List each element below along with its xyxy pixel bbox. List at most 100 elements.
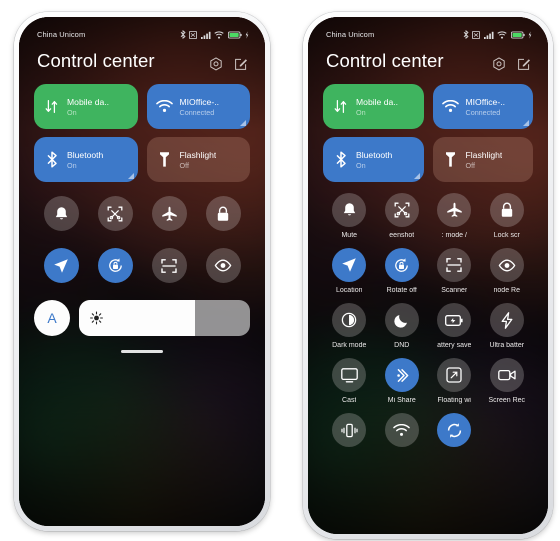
toggle-label: Floating wi (437, 397, 471, 404)
wifi-icon (155, 100, 173, 113)
toggle-label: eenshot (389, 232, 415, 239)
tile-label: Flashlight (465, 149, 503, 160)
toggle-mute[interactable]: Mute (323, 193, 376, 239)
scanner-icon (161, 258, 177, 274)
tile-status: On (356, 107, 366, 117)
hex-settings-icon[interactable] (492, 57, 506, 71)
signal-icon (200, 31, 211, 39)
phone-mockup-right: China Unicom Control center Mobile da.. … (303, 12, 553, 539)
phone-mockup-left: China Unicom Control center Mobile da.. … (14, 12, 270, 531)
toggle-rotate-off[interactable]: Rotate off (376, 248, 429, 294)
status-icons (463, 30, 533, 39)
toggle-label: Scanner (441, 287, 468, 294)
toggle-vibrate[interactable] (323, 413, 376, 452)
tile-flashlight[interactable]: Flashlight Off (146, 137, 250, 182)
toggle-mute[interactable] (34, 196, 88, 231)
edit-icon[interactable] (234, 57, 248, 71)
tile-expand-arrow[interactable] (240, 119, 246, 126)
toggle-location[interactable] (34, 248, 88, 283)
toggle-airplane-mode[interactable] (142, 196, 196, 231)
bell-icon (54, 206, 69, 222)
toggle-location[interactable]: Location (323, 248, 376, 294)
phone-screen-right: China Unicom Control center Mobile da.. … (308, 17, 548, 534)
toggle-reading-mode[interactable]: node Re (481, 248, 534, 294)
toggle-hotspot[interactable] (376, 413, 429, 452)
toggle-label: Dark mode (332, 342, 367, 349)
bluetooth-icon (332, 151, 349, 168)
flashlight-icon (156, 151, 173, 168)
tile-mobile-data[interactable]: Mobile da.. On (34, 84, 138, 129)
tile-status: Connected (465, 107, 501, 117)
sim-icon (472, 30, 480, 39)
auto-brightness-button[interactable]: A (34, 300, 70, 336)
toggle-battery-saver[interactable]: attery save (428, 303, 481, 349)
control-center-header: Control center (19, 39, 265, 72)
tile-status: Off (179, 160, 189, 170)
hex-settings-icon[interactable] (209, 57, 223, 71)
tile-label: Mobile da.. (67, 96, 110, 107)
toggle-ultra-battery-saver[interactable]: Ultra batter (481, 303, 534, 349)
edit-icon[interactable] (517, 57, 531, 71)
lock-icon (500, 202, 514, 218)
sync-icon (446, 422, 463, 439)
tile-flashlight[interactable]: Flashlight Off (432, 137, 533, 182)
quick-tiles: Mobile da.. On MIOffice-.. Connected Blu… (19, 72, 265, 182)
tile-wifi[interactable]: MIOffice-.. Connected (432, 84, 533, 129)
tile-label: Mobile da.. (356, 96, 399, 107)
eye-icon (498, 259, 516, 272)
page-title: Control center (326, 50, 444, 71)
toggle-lock-screen[interactable] (196, 196, 250, 231)
toggle-sync[interactable] (428, 413, 481, 452)
toggle-scanner[interactable]: Scanner (428, 248, 481, 294)
tile-label: Flashlight (179, 149, 217, 160)
tile-bluetooth[interactable]: Bluetooth On (34, 137, 138, 182)
toggle-dark-mode[interactable]: Dark mode (323, 303, 376, 349)
mobile-data-icon (43, 99, 60, 114)
toggle-screen-recorder[interactable]: Screen Rec (481, 358, 534, 404)
toggle-label: Rotate off (386, 287, 417, 294)
tile-mobile-data[interactable]: Mobile da.. On (323, 84, 424, 129)
video-camera-icon (497, 369, 516, 381)
tile-bluetooth[interactable]: Bluetooth On (323, 137, 424, 182)
vibrate-icon (341, 423, 358, 438)
toggle-airplane-mode[interactable]: : mode / (428, 193, 481, 239)
toggle-label: Ultra batter (489, 342, 525, 349)
toggle-screenshot[interactable]: eenshot (376, 193, 429, 239)
toggle-dnd[interactable]: DND (376, 303, 429, 349)
toggle-lock-screen[interactable]: Lock scr (481, 193, 534, 239)
toggle-floating-windows[interactable]: Floating wi (428, 358, 481, 404)
toggle-reading-mode[interactable] (196, 248, 250, 283)
phone-screen-left: China Unicom Control center Mobile da.. … (19, 17, 265, 526)
tile-expand-arrow[interactable] (523, 119, 529, 126)
rotate-lock-icon (107, 257, 124, 274)
control-center-header: Control center (308, 39, 548, 72)
home-indicator[interactable] (121, 350, 163, 353)
toggle-label: Screen Rec (488, 397, 526, 404)
toggle-rotate-off[interactable] (88, 248, 142, 283)
eye-icon (214, 259, 232, 272)
toggle-label: Lock scr (493, 232, 520, 239)
tile-expand-arrow[interactable] (127, 172, 134, 179)
airplane-icon (446, 202, 463, 218)
cast-icon (340, 367, 358, 383)
tile-expand-arrow[interactable] (413, 172, 420, 179)
bluetooth-icon (463, 30, 469, 39)
toggle-mi-share[interactable]: Mi Share (376, 358, 429, 404)
toggle-cast[interactable]: Cast (323, 358, 376, 404)
battery-icon (510, 30, 525, 39)
toggle-label: : mode / (441, 232, 467, 239)
toggle-screenshot[interactable] (88, 196, 142, 231)
brightness-slider[interactable] (79, 300, 250, 336)
tile-status: On (67, 107, 77, 117)
toggle-label: DND (394, 342, 410, 349)
toggle-grid-left (19, 182, 265, 283)
lock-icon (216, 206, 230, 222)
tile-label: Bluetooth (356, 149, 393, 160)
tile-wifi[interactable]: MIOffice-.. Connected (146, 84, 250, 129)
bell-icon (342, 202, 357, 218)
tile-status: Connected (179, 107, 215, 117)
toggle-label: Cast (342, 397, 357, 404)
rotate-lock-icon (393, 257, 410, 274)
screenshot-icon (394, 202, 410, 218)
toggle-scanner[interactable] (142, 248, 196, 283)
